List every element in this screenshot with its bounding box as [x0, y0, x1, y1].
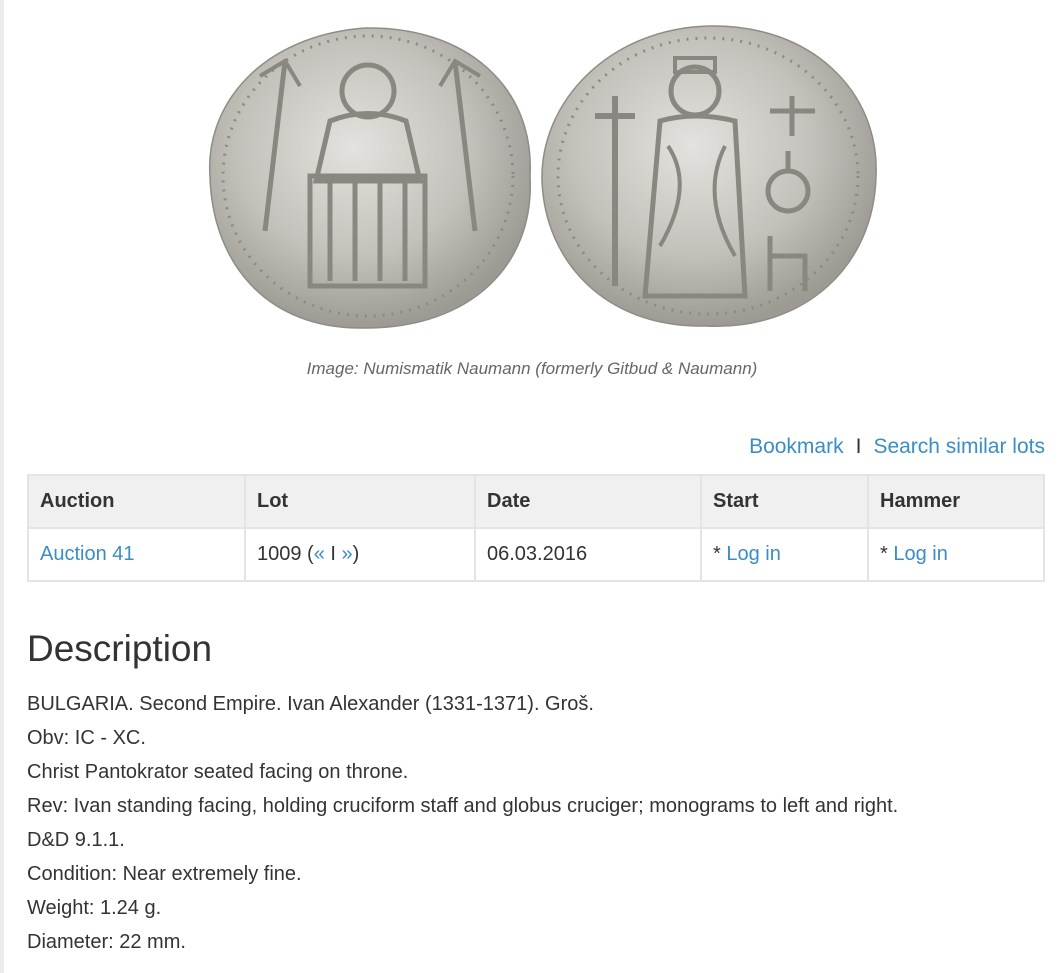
description-body: BULGARIA. Second Empire. Ivan Alexander …	[27, 688, 898, 960]
hammer-login-link[interactable]: Log in	[893, 543, 948, 565]
description-line: Condition: Near extremely fine.	[27, 863, 302, 885]
coin-image[interactable]	[190, 16, 890, 336]
cell-date: 06.03.2016	[474, 527, 702, 582]
description-line: BULGARIA. Second Empire. Ivan Alexander …	[27, 693, 594, 715]
description-line: Rev: Ivan standing facing, holding cruci…	[27, 795, 899, 817]
lot-number: 1009	[257, 543, 302, 565]
coin-obverse-icon	[208, 27, 531, 329]
lot-table: Auction Lot Date Start Hammer Auction 41…	[27, 474, 1045, 582]
description-line: Diameter: 22 mm.	[27, 931, 186, 953]
image-caption: Image: Numismatik Naumann (formerly Gitb…	[306, 359, 758, 378]
table-header-row: Auction Lot Date Start Hammer	[27, 474, 1045, 529]
bookmark-link[interactable]: Bookmark	[749, 435, 844, 458]
page-left-border	[0, 0, 4, 973]
description-line: Weight: 1.24 g.	[27, 897, 162, 919]
actions-separator: I	[855, 435, 862, 458]
coin-reverse-icon	[541, 25, 877, 327]
table-row: Auction 41 1009 (« I ») 06.03.2016 * Log…	[27, 527, 1045, 582]
lot-nav-separator: I	[330, 543, 336, 565]
auction-link[interactable]: Auction 41	[40, 543, 135, 565]
start-login-link[interactable]: Log in	[726, 543, 781, 565]
description-heading: Description	[27, 628, 213, 669]
cell-auction: Auction 41	[27, 527, 246, 582]
cell-hammer: * Log in	[867, 527, 1045, 582]
header-date: Date	[474, 474, 702, 529]
next-lot-link[interactable]: »	[342, 543, 353, 565]
description-line: Christ Pantokrator seated facing on thro…	[27, 761, 409, 783]
header-start: Start	[700, 474, 869, 529]
start-prefix: *	[713, 543, 721, 565]
previous-lot-link[interactable]: «	[314, 543, 325, 565]
cell-lot: 1009 (« I »)	[244, 527, 476, 582]
cell-start: * Log in	[700, 527, 869, 582]
description-line: D&D 9.1.1.	[27, 829, 125, 851]
hammer-prefix: *	[880, 543, 888, 565]
search-similar-lots-link[interactable]: Search similar lots	[873, 435, 1045, 458]
header-hammer: Hammer	[867, 474, 1045, 529]
header-lot: Lot	[244, 474, 476, 529]
header-auction: Auction	[27, 474, 246, 529]
lot-actions: Bookmark I Search similar lots	[749, 435, 1045, 459]
description-line: Obv: IC - XC.	[27, 727, 146, 749]
